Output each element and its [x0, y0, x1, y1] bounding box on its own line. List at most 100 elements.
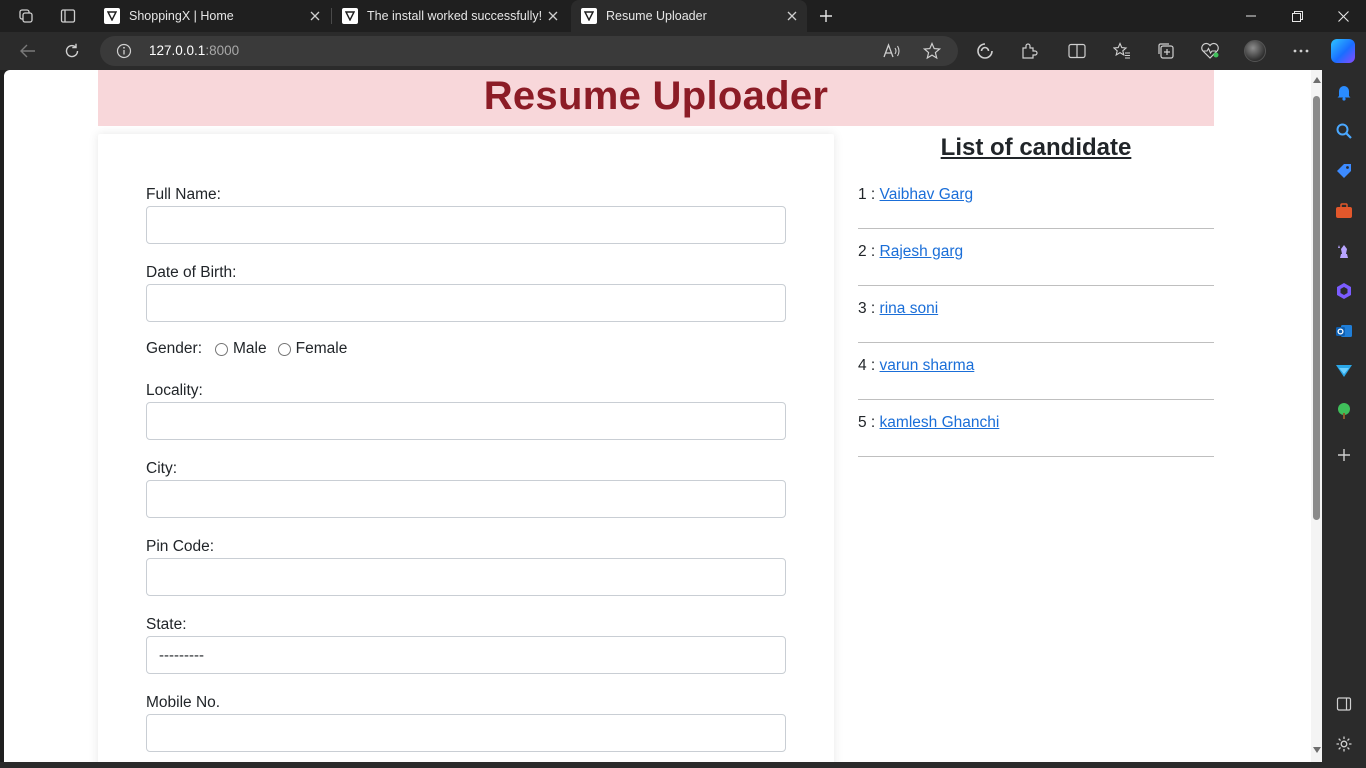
- django-favicon-icon: [342, 8, 358, 24]
- copilot-hex-icon[interactable]: [1334, 281, 1354, 301]
- resume-form: Full Name: Date of Birth: Gender: Male F…: [98, 134, 834, 762]
- candidate-list-heading: List of candidate: [940, 134, 1132, 161]
- state-select[interactable]: ---------: [146, 636, 786, 674]
- settings-gear-icon[interactable]: [1334, 734, 1354, 754]
- performance-heart-icon[interactable]: [1199, 41, 1221, 61]
- notifications-bell-icon[interactable]: [1334, 82, 1354, 102]
- candidate-link[interactable]: Vaibhav Garg: [880, 186, 974, 203]
- scroll-thumb[interactable]: [1313, 96, 1320, 520]
- tab-shoppingx[interactable]: ShoppingX | Home: [94, 0, 330, 32]
- page-scrollbar[interactable]: [1311, 70, 1322, 762]
- page-header: Resume Uploader: [98, 70, 1214, 126]
- city-label: City:: [146, 460, 177, 477]
- games-chess-icon[interactable]: [1334, 241, 1354, 261]
- more-options-icon[interactable]: [1290, 41, 1312, 61]
- browser-tab-bar: ShoppingX | Home The install worked succ…: [0, 0, 1366, 32]
- dob-input[interactable]: [146, 284, 786, 322]
- candidate-link[interactable]: rina soni: [880, 300, 939, 317]
- full-name-label: Full Name:: [146, 186, 221, 203]
- split-screen-icon[interactable]: [1066, 41, 1088, 61]
- list-item: 1 : Vaibhav Garg: [858, 172, 1214, 229]
- list-item: 4 : varun sharma: [858, 343, 1214, 400]
- back-icon[interactable]: [13, 37, 43, 65]
- tab-actions-icon[interactable]: [54, 4, 82, 28]
- candidate-index: 4 :: [858, 357, 876, 374]
- profile-avatar[interactable]: [1244, 40, 1266, 62]
- url-port: :8000: [205, 43, 240, 58]
- address-bar[interactable]: 127.0.0.1:8000: [100, 36, 958, 66]
- page-viewport: Resume Uploader Full Name: Date of Birth…: [4, 70, 1322, 762]
- django-favicon-icon: [104, 8, 120, 24]
- favorite-star-icon[interactable]: [922, 42, 942, 60]
- tab-title: The install worked successfully! C: [367, 9, 542, 23]
- candidate-index: 1 :: [858, 186, 876, 203]
- candidate-list: List of candidate 1 : Vaibhav Garg 2 : R…: [858, 134, 1214, 457]
- list-item: 5 : kamlesh Ghanchi: [858, 400, 1214, 457]
- read-aloud-icon[interactable]: [882, 42, 902, 60]
- gender-option-female[interactable]: Female: [277, 340, 348, 358]
- locality-label: Locality:: [146, 382, 203, 399]
- city-input[interactable]: [146, 480, 786, 518]
- tab-title: ShoppingX | Home: [129, 9, 234, 23]
- new-tab-icon[interactable]: [812, 4, 840, 28]
- scroll-down-icon[interactable]: [1312, 746, 1321, 754]
- mobile-input[interactable]: [146, 714, 786, 752]
- male-radio[interactable]: [215, 342, 229, 356]
- django-favicon-icon: [581, 8, 597, 24]
- candidate-index: 5 :: [858, 414, 876, 431]
- hide-sidebar-icon[interactable]: [1334, 694, 1354, 714]
- tab-resume-uploader[interactable]: Resume Uploader: [571, 0, 807, 32]
- outlook-icon[interactable]: [1334, 321, 1354, 341]
- candidate-index: 2 :: [858, 243, 876, 260]
- collections-icon[interactable]: [1155, 41, 1177, 61]
- candidate-link[interactable]: varun sharma: [880, 357, 975, 374]
- tab-install-worked[interactable]: The install worked successfully! C: [332, 0, 568, 32]
- list-item: 3 : rina soni: [858, 286, 1214, 343]
- edge-sidebar: [1322, 70, 1366, 762]
- window-close-icon[interactable]: [1320, 0, 1366, 32]
- drop-send-icon[interactable]: [1334, 361, 1354, 381]
- tab-close-icon[interactable]: [542, 5, 564, 27]
- shopping-tag-icon[interactable]: [1334, 161, 1354, 181]
- candidate-index: 3 :: [858, 300, 876, 317]
- gender-label: Gender:: [146, 340, 203, 357]
- full-name-input[interactable]: [146, 206, 786, 244]
- dob-label: Date of Birth:: [146, 264, 237, 281]
- candidate-link[interactable]: kamlesh Ghanchi: [880, 414, 1000, 431]
- workspaces-icon[interactable]: [12, 4, 40, 28]
- tab-close-icon[interactable]: [304, 5, 326, 27]
- page-title: Resume Uploader: [483, 74, 829, 118]
- state-selected-value: ---------: [159, 646, 204, 664]
- scroll-up-icon[interactable]: [1312, 76, 1321, 84]
- list-item: 2 : Rajesh garg: [858, 229, 1214, 286]
- pin-code-input[interactable]: [146, 558, 786, 596]
- gender-row: Gender: Male Female: [146, 340, 347, 358]
- add-sidebar-app-icon[interactable]: [1334, 445, 1354, 465]
- male-label: Male: [233, 340, 267, 357]
- search-icon[interactable]: [1334, 121, 1354, 141]
- url-host: 127.0.0.1: [149, 43, 206, 58]
- site-info-icon[interactable]: [116, 43, 132, 59]
- address-bar-row: 127.0.0.1:8000: [0, 32, 1366, 70]
- female-label: Female: [295, 340, 348, 357]
- candidate-link[interactable]: Rajesh garg: [880, 243, 964, 260]
- mobile-label: Mobile No.: [146, 694, 221, 711]
- tree-icon[interactable]: [1334, 401, 1354, 421]
- pin-code-label: Pin Code:: [146, 538, 215, 555]
- favorites-icon[interactable]: [1111, 41, 1133, 61]
- extensions-icon[interactable]: [1018, 41, 1040, 61]
- locality-input[interactable]: [146, 402, 786, 440]
- tools-briefcase-icon[interactable]: [1334, 201, 1354, 221]
- window-bottom-edge: [0, 762, 1366, 768]
- url-text: 127.0.0.1:8000: [149, 43, 239, 58]
- female-radio[interactable]: [277, 342, 291, 356]
- tab-title: Resume Uploader: [606, 9, 707, 23]
- copilot-icon[interactable]: [1331, 39, 1355, 63]
- browser-essentials-icon[interactable]: [974, 41, 996, 61]
- state-label: State:: [146, 616, 187, 633]
- restore-icon[interactable]: [1274, 0, 1320, 32]
- gender-option-male[interactable]: Male: [215, 340, 267, 358]
- minimize-icon[interactable]: [1228, 0, 1274, 32]
- refresh-icon[interactable]: [57, 37, 87, 65]
- tab-close-icon[interactable]: [781, 5, 803, 27]
